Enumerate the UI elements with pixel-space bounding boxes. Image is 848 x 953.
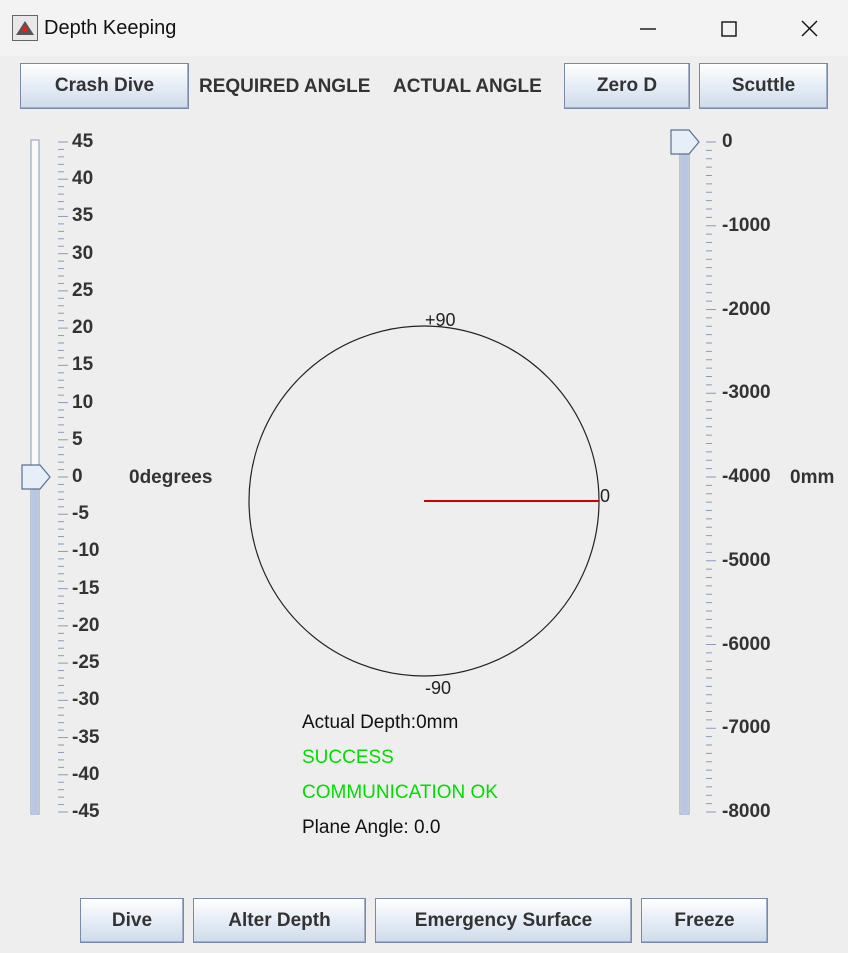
plane-angle-text: Plane Angle: 0.0 (302, 817, 441, 838)
depth-tick-label: -5000 (722, 549, 771, 571)
angle-tick-label: -25 (72, 652, 100, 674)
angle-tick-label: 15 (72, 354, 94, 376)
emergency-surface-button[interactable]: Emergency Surface (375, 898, 632, 943)
depth-slider-fill (681, 142, 688, 813)
angle-tick-label: -5 (72, 503, 89, 525)
angle-readout: 0degrees (129, 467, 213, 488)
angle-tick-label: -20 (72, 614, 100, 636)
angle-tick-label: -40 (72, 763, 100, 785)
depth-tick-label: -4000 (722, 466, 771, 487)
instrument-panel (21, 129, 716, 815)
angle-tick-label: 30 (72, 242, 94, 264)
alter-depth-button[interactable]: Alter Depth (193, 898, 366, 943)
dial-bottom-label: -90 (425, 678, 452, 698)
angle-tick-label: 45 (72, 131, 94, 152)
angle-slider-thumb[interactable] (21, 464, 51, 490)
depth-readout: 0mm (790, 467, 835, 488)
depth-tick-label: -7000 (722, 717, 771, 739)
depth-tick-label: -6000 (722, 633, 771, 655)
angle-tick-label: 10 (72, 391, 94, 413)
communication-text: COMMUNICATION OK (302, 782, 498, 803)
angle-tick-label: 20 (72, 317, 94, 339)
depth-tick-label: 0 (722, 131, 733, 152)
depth-slider-thumb[interactable] (670, 129, 700, 155)
angle-tick-label: 5 (72, 428, 83, 450)
angle-tick-label: -15 (72, 577, 100, 599)
actual-depth-text: Actual Depth:0mm (302, 712, 459, 733)
success-text: SUCCESS (302, 747, 394, 768)
depth-tick-label: -1000 (722, 214, 771, 236)
angle-tick-label: -30 (72, 689, 100, 711)
dial-right-label: 0 (600, 486, 611, 506)
angle-tick-label: -10 (72, 540, 100, 562)
freeze-button[interactable]: Freeze (641, 898, 768, 943)
angle-tick-label: -45 (72, 801, 100, 822)
angle-tick-label: 40 (72, 168, 94, 190)
angle-tick-label: 25 (72, 279, 94, 301)
angle-tick-label: 35 (72, 205, 94, 227)
depth-tick-label: -2000 (722, 298, 771, 320)
angle-tick-label: 0 (72, 466, 83, 487)
angle-tick-label: -35 (72, 726, 100, 748)
dial-top-label: +90 (425, 310, 456, 330)
angle-slider-fill (32, 477, 38, 813)
depth-tick-label: -8000 (722, 801, 771, 822)
depth-tick-label: -3000 (722, 382, 771, 404)
dive-button[interactable]: Dive (80, 898, 184, 943)
